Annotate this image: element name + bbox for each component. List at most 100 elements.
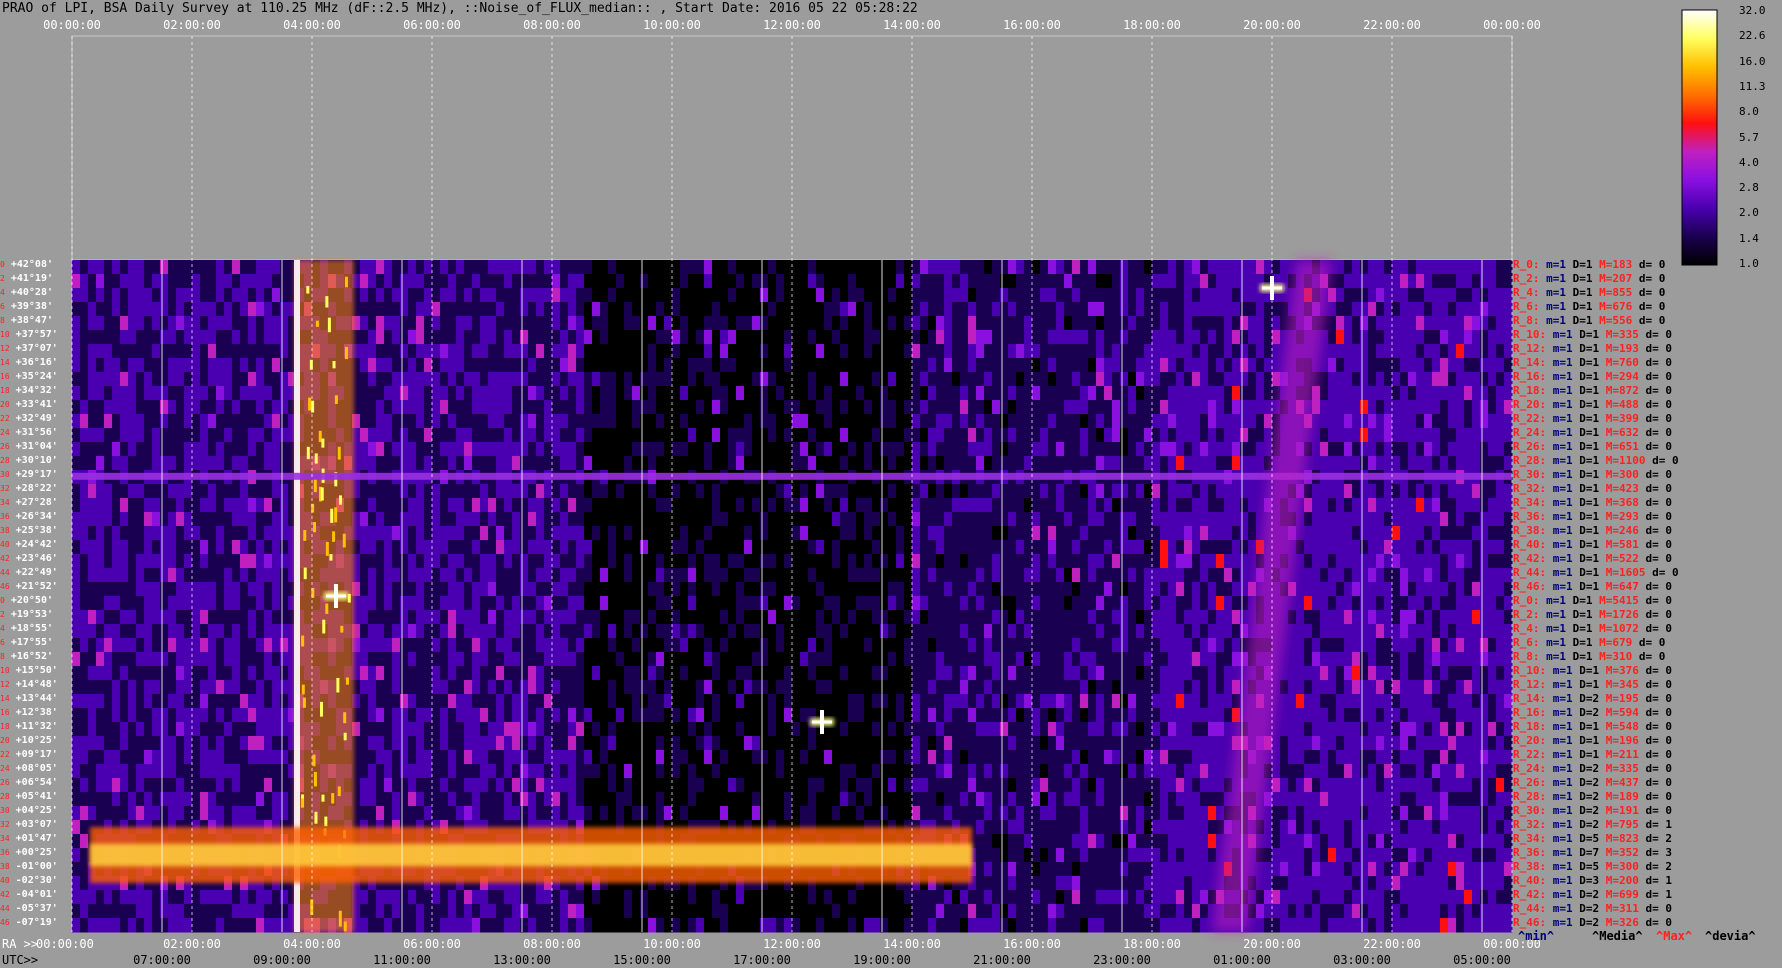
heatmap-cell [136, 750, 145, 765]
heatmap-cell [480, 638, 489, 653]
heatmap-cell [736, 428, 745, 443]
heatmap-cell [208, 456, 217, 471]
heatmap-cell [120, 484, 129, 499]
heatmap-cell [552, 274, 561, 289]
heatmap-cell [712, 540, 721, 555]
heatmap-cell [672, 722, 681, 737]
heatmap-cell [96, 582, 105, 597]
heatmap-cell [72, 666, 81, 681]
heatmap-cell [744, 736, 753, 751]
heatmap-cell [792, 512, 801, 527]
heatmap-cell [760, 358, 769, 373]
heatmap-cell [512, 414, 521, 429]
heatmap-cell [496, 484, 505, 499]
heatmap-cell [872, 442, 881, 457]
heatmap-cell [552, 554, 561, 569]
heatmap-cell [208, 372, 217, 387]
heatmap-cell [120, 582, 129, 597]
heatmap-cell [184, 806, 193, 821]
heatmap-cell [784, 428, 793, 443]
heatmap-cell [672, 652, 681, 667]
heatmap-cell [800, 512, 809, 527]
heatmap-cell [152, 372, 161, 387]
heatmap-cell [872, 736, 881, 751]
heatmap-cell [400, 442, 409, 457]
heatmap-cell [608, 344, 617, 359]
heatmap-cell [176, 652, 185, 667]
heatmap-cell [400, 302, 409, 317]
heatmap-cell [848, 344, 857, 359]
heatmap-cell [144, 638, 153, 653]
heatmap-cell [840, 694, 849, 709]
heatmap-cell [104, 750, 113, 765]
heatmap-cell [248, 708, 257, 723]
heatmap-cell [392, 512, 401, 527]
heatmap-cell [448, 526, 457, 541]
heatmap-cell [784, 498, 793, 513]
heatmap-cell [536, 414, 545, 429]
heatmap-cell [464, 526, 473, 541]
heatmap-cell [72, 708, 81, 723]
heatmap-cell [512, 806, 521, 821]
heatmap-cell [72, 848, 81, 863]
heatmap-cell [704, 792, 713, 807]
heatmap-cell [576, 400, 585, 415]
heatmap-cell [480, 750, 489, 765]
heatmap-cell [264, 526, 273, 541]
heatmap-cell [608, 918, 617, 933]
heatmap-cell [672, 610, 681, 625]
heatmap-cell [896, 554, 905, 569]
heatmap-cell [496, 792, 505, 807]
heatmap-cell [608, 904, 617, 919]
heatmap-cell [416, 764, 425, 779]
heatmap-cell [416, 316, 425, 331]
heatmap-cell [896, 456, 905, 471]
heatmap-cell [848, 694, 857, 709]
heatmap-cell [448, 260, 457, 275]
heatmap-cell [104, 764, 113, 779]
heatmap-cell [256, 568, 265, 583]
heatmap-cell [80, 274, 89, 289]
heatmap-cell [128, 260, 137, 275]
heatmap-cell [688, 638, 697, 653]
heatmap-cell [848, 400, 857, 415]
heatmap-cell [184, 624, 193, 639]
heatmap-cell [272, 596, 281, 611]
heatmap-cell [592, 708, 601, 723]
heatmap-cell [456, 512, 465, 527]
heatmap-cell [480, 386, 489, 401]
heatmap-cell [160, 596, 169, 611]
heatmap-cell [744, 260, 753, 275]
heatmap-cell [688, 372, 697, 387]
heatmap-cell [272, 358, 281, 373]
heatmap-cell [752, 750, 761, 765]
heatmap-cell [872, 764, 881, 779]
heatmap-cell [560, 540, 569, 555]
heatmap-cell [264, 386, 273, 401]
heatmap-cell [232, 498, 241, 513]
heatmap-cell [144, 778, 153, 793]
heatmap-cell [864, 582, 873, 597]
heatmap-cell [456, 484, 465, 499]
heatmap-cell [200, 484, 209, 499]
heatmap-cell [408, 764, 417, 779]
heatmap-cell [848, 330, 857, 345]
heatmap-cell [648, 358, 657, 373]
heatmap-cell [720, 652, 729, 667]
heatmap-cell [232, 918, 241, 933]
heatmap-cell [280, 666, 289, 681]
heatmap-cell [264, 708, 273, 723]
heatmap-cell [744, 568, 753, 583]
heatmap-cell [392, 484, 401, 499]
heatmap-cell [872, 778, 881, 793]
heatmap-cell [680, 288, 689, 303]
heatmap-cell [184, 792, 193, 807]
heatmap-cell [416, 694, 425, 709]
heatmap-cell [624, 666, 633, 681]
heatmap-cell [448, 624, 457, 639]
heatmap-cell [552, 484, 561, 499]
heatmap-cell [272, 806, 281, 821]
heatmap-cell [696, 582, 705, 597]
heatmap-cell [736, 386, 745, 401]
heatmap-cell [848, 736, 857, 751]
